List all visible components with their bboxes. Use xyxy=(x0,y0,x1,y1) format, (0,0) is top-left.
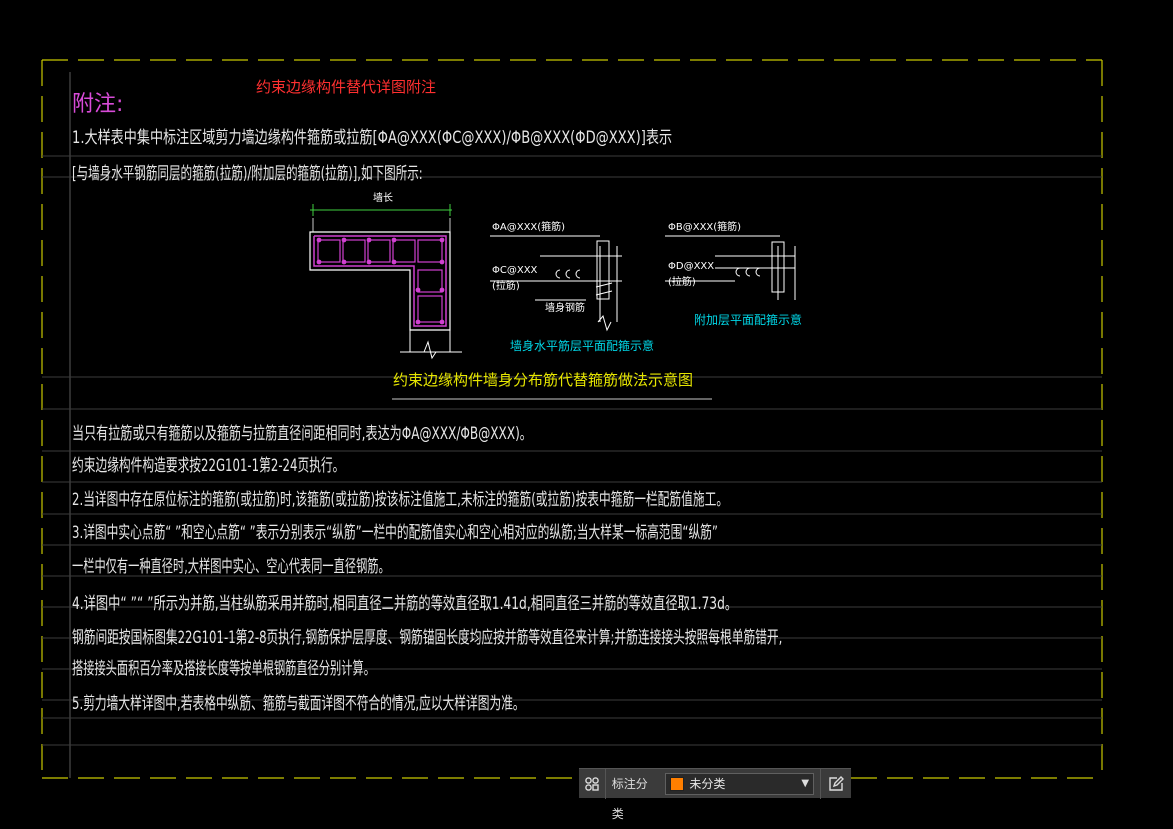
guide-lines xyxy=(42,155,1102,746)
wall-bar-label: 墙身钢筋 xyxy=(545,303,585,314)
grid-icon[interactable] xyxy=(579,769,605,799)
tie-c-label: ΦC@XXX xyxy=(492,265,538,276)
category-color-swatch xyxy=(670,776,685,791)
tie-c-sub: (拉筋) xyxy=(492,281,520,292)
notes-heading: 附注: xyxy=(72,92,124,117)
note-1b: [与墙身水平钢筋同层的箍筋(拉筋)/附加层的箍筋(拉筋)],如下图所示: xyxy=(72,164,423,184)
annotation-category-label: 标注分类 xyxy=(604,768,664,821)
annotation-toolbar: 标注分类 未分类 ▼ xyxy=(579,768,851,821)
tie-d-label: ΦD@XXX xyxy=(668,261,715,272)
caption-horizontal-layer: 墙身水平筋层平面配箍示意 xyxy=(510,339,655,353)
chevron-down-icon[interactable]: ▼ xyxy=(797,778,813,789)
note-4c: 搭接接头面积百分率及搭接长度等按单根钢筋直径分别计算。 xyxy=(72,659,375,679)
note-1d: 约束边缘构件构造要求按22G101-1第2-24页执行。 xyxy=(72,456,345,476)
edit-icon[interactable] xyxy=(820,768,851,799)
note-1c: 当只有拉筋或只有箍筋以及箍筋与拉筋直径间距相同时,表达为ΦA@XXX/ΦB@XX… xyxy=(72,424,532,444)
l-section-diagram xyxy=(309,204,462,360)
note-3a: 3.详图中实心点筋“ ”和空心点筋“ ”表示分别表示“纵筋”一栏中的配筋值实心和… xyxy=(72,523,718,543)
note-3b: 一栏中仅有一种直径时,大样图中实心、空心代表同一直径钢筋。 xyxy=(72,557,390,577)
caption-additional-layer: 附加层平面配箍示意 xyxy=(694,313,803,327)
note-5: 5.剪力墙大样详图中,若表格中纵筋、箍筋与截面详图不符合的情况,应以大样详图为准… xyxy=(72,694,525,714)
category-value: 未分类 xyxy=(689,777,726,791)
main-diagram-caption: 约束边缘构件墙身分布筋代替箍筋做法示意图 xyxy=(393,371,694,389)
wall-length-label: 墙长 xyxy=(373,193,393,204)
stirrup-a-label: ΦA@XXX(箍筋) xyxy=(492,222,566,233)
note-4a: 4.详图中“ ”“ ”所示为并筋,当柱纵筋采用并筋时,相同直径二并筋的等效直径取… xyxy=(72,594,738,614)
note-2: 2.当详图中存在原位标注的箍筋(或拉筋)时,该箍筋(或拉筋)按该标注值施工,未标… xyxy=(72,490,729,510)
tie-d-sub: (拉筋) xyxy=(668,277,696,288)
drawing-title: 约束边缘构件替代详图附注 xyxy=(256,78,437,96)
note-1a: 1.大样表中集中标注区域剪力墙边缘构件箍筋或拉筋[ΦA@XXX(ΦC@XXX)/… xyxy=(72,128,673,148)
stirrup-b-label: ΦB@XXX(箍筋) xyxy=(668,222,742,233)
note-4b: 钢筋间距按国标图集22G101-1第2-8页执行,钢筋保护层厚度、钢筋锚固长度均… xyxy=(72,628,783,648)
annotation-category-select[interactable]: 未分类 ▼ xyxy=(665,772,815,795)
